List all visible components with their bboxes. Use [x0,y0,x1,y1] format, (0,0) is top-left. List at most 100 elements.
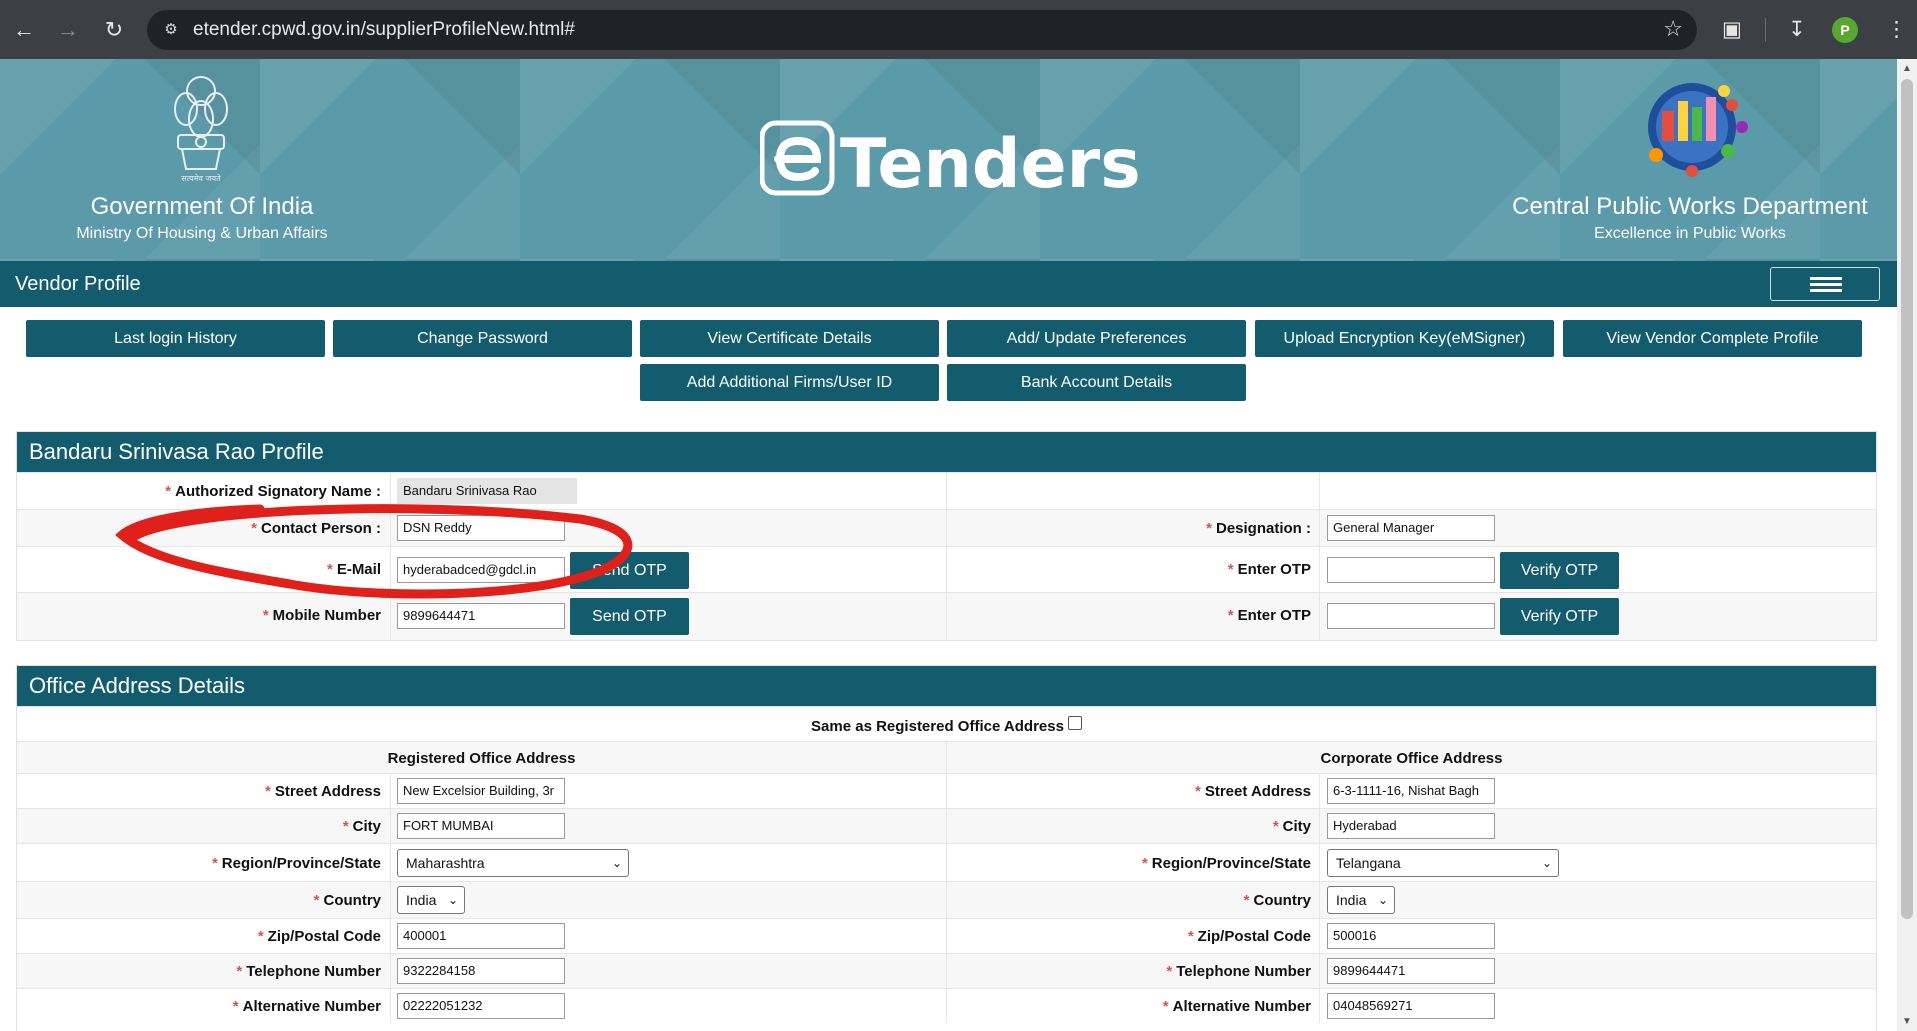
address-bar[interactable]: ⚙ etender.cpwd.gov.in/supplierProfileNew… [147,10,1697,50]
site-settings-icon[interactable]: ⚙ [161,20,181,40]
page-scrollbar[interactable]: ▲ ▼ [1897,59,1917,1031]
corporate-office-heading: Corporate Office Address [1320,750,1503,767]
street-row: * Street Address New Excelsior Building, … [17,773,1876,808]
add-additional-firms-button[interactable]: Add Additional Firms/User ID [640,364,939,401]
same-as-label: Same as Registered Office Address [17,716,1876,735]
mobile-verify-otp-button[interactable]: Verify OTP [1500,598,1619,635]
reg-city-label: * City [342,818,381,835]
reg-street-label: * Street Address [265,783,381,800]
view-certificate-details-button[interactable]: View Certificate Details [640,320,939,357]
etenders-logo: Tenders [760,120,1140,199]
more-menu-icon[interactable]: ⋮ [1886,14,1907,46]
designation-label: * Designation : [1206,520,1311,537]
cpwd-logo-icon [1648,83,1748,177]
corp-country-select[interactable]: India ⌄ [1327,886,1395,914]
reg-city-field[interactable]: FORT MUMBAI [397,813,565,839]
corp-alternative-label: * Alternative Number [1162,998,1311,1015]
reload-icon[interactable]: ↻ [98,14,130,46]
corp-region-label: * Region/Province/State [1141,855,1311,872]
authorized-signatory-field[interactable]: Bandaru Srinivasa Rao [397,478,577,504]
reg-zip-field[interactable]: 400001 [397,923,565,949]
email-label: * E-Mail [326,561,381,578]
mobile-label: * Mobile Number [262,607,381,624]
corp-telephone-field[interactable]: 9899644471 [1327,958,1495,984]
mobile-enter-otp-label: * Enter OTP [1227,607,1311,624]
reg-street-field[interactable]: New Excelsior Building, 3r [397,778,565,804]
last-login-history-button[interactable]: Last login History [26,320,325,357]
chevron-down-icon: ⌄ [611,856,622,870]
vendor-profile-title: Vendor Profile [15,273,141,295]
chevron-down-icon: ⌄ [1541,856,1552,870]
telephone-row: * Telephone Number 9322284158 * Telephone … [17,953,1876,988]
emblem-caption: सत्यमेव जयते [181,173,221,183]
corp-street-field[interactable]: 6-3-1111-16, Nishat Bagh [1327,778,1495,804]
contact-row: * Contact Person : DSN Reddy * Designation… [17,509,1876,546]
region-row: * Region/Province/State Maharashtra ⌄ * Reg… [17,843,1876,881]
reg-country-select[interactable]: India ⌄ [397,886,465,914]
email-enter-otp-label: * Enter OTP [1227,561,1311,578]
browser-toolbar: ← → ↻ ⚙ etender.cpwd.gov.in/supplierProf… [0,0,1917,59]
hamburger-menu-icon[interactable] [1770,267,1880,301]
profile-avatar[interactable]: P [1832,17,1858,43]
dept-subtitle: Excellence in Public Works [1594,225,1786,242]
authorized-label: * Authorized Signatory Name : [165,483,381,500]
email-otp-input[interactable] [1327,557,1495,583]
office-heading: Office Address Details [17,666,1876,706]
contact-person-field[interactable]: DSN Reddy [397,515,565,541]
same-as-checkbox[interactable] [1067,716,1082,730]
download-icon[interactable]: ↧ [1788,14,1806,46]
reg-alternative-field[interactable]: 02222051232 [397,993,565,1019]
url-text: etender.cpwd.gov.in/supplierProfileNew.h… [193,19,575,40]
header-banner: सत्यमेव जयते Government Of India Ministr… [0,59,1897,261]
gov-subtitle: Ministry Of Housing & Urban Affairs [76,225,328,242]
change-password-button[interactable]: Change Password [333,320,632,357]
corp-zip-field[interactable]: 500016 [1327,923,1495,949]
reg-telephone-field[interactable]: 9322284158 [397,958,565,984]
page-content: सत्यमेव जयते Government Of India Ministr… [0,59,1897,1031]
bank-account-details-button[interactable]: Bank Account Details [947,364,1246,401]
mobile-send-otp-button[interactable]: Send OTP [570,598,689,635]
designation-field[interactable]: General Manager [1327,515,1495,541]
address-headings-row: Registered Office Address Corporate Offi… [17,741,1876,773]
corp-region-select[interactable]: Telangana ⌄ [1327,849,1559,877]
national-emblem-icon: सत्यमेव जयते [174,76,228,183]
reg-region-select[interactable]: Maharashtra ⌄ [397,849,629,877]
corp-city-field[interactable]: Hyderabad [1327,813,1495,839]
alternative-row: * Alternative Number 02222051232 * Alterna… [17,988,1876,1023]
mobile-field[interactable]: 9899644471 [397,603,565,629]
profile-panel: Bandaru Srinivasa Rao Profile * Authorize… [16,431,1877,641]
vendor-profile-bar: Vendor Profile [0,261,1897,307]
same-as-row: Same as Registered Office Address [17,706,1876,741]
email-row: * E-Mail hyderabadced@gdcl.in Send OTP * E… [17,546,1876,592]
reg-region-label: * Region/Province/State [211,855,381,872]
scroll-down-icon[interactable]: ▼ [1902,1016,1912,1027]
scroll-up-icon[interactable]: ▲ [1902,63,1912,74]
scrollbar-thumb[interactable] [1901,79,1913,919]
mobile-otp-input[interactable] [1327,603,1495,629]
bookmark-star-icon[interactable]: ☆ [1663,16,1683,42]
reg-zip-label: * Zip/Postal Code [257,928,381,945]
corp-telephone-label: * Telephone Number [1166,963,1311,980]
dept-title: Central Public Works Department [1512,193,1868,220]
upload-encryption-key-button[interactable]: Upload Encryption Key(eMSigner) [1255,320,1554,357]
chevron-down-icon: ⌄ [447,893,458,907]
zip-row: * Zip/Postal Code 400001 * Zip/Postal Code… [17,918,1876,953]
extensions-icon[interactable]: ▣ [1722,14,1742,46]
corp-country-label: * Country [1243,892,1311,909]
office-address-panel: Office Address Details Same as Registere… [16,665,1877,1031]
view-vendor-complete-profile-button[interactable]: View Vendor Complete Profile [1563,320,1862,357]
add-update-preferences-button[interactable]: Add/ Update Preferences [947,320,1246,357]
reg-country-label: * Country [313,892,381,909]
corp-alternative-field[interactable]: 04048569271 [1327,993,1495,1019]
corp-city-label: * City [1272,818,1311,835]
email-send-otp-button[interactable]: Send OTP [570,552,689,589]
back-arrow-icon[interactable]: ← [8,14,40,46]
email-field[interactable]: hyderabadced@gdcl.in [397,557,565,583]
chevron-down-icon: ⌄ [1377,893,1388,907]
email-verify-otp-button[interactable]: Verify OTP [1500,552,1619,589]
registered-office-heading: Registered Office Address [387,750,576,767]
corp-street-label: * Street Address [1195,783,1311,800]
toolbar-divider [1765,18,1766,42]
forward-arrow-icon[interactable]: → [52,14,84,46]
reg-alternative-label: * Alternative Number [232,998,381,1015]
